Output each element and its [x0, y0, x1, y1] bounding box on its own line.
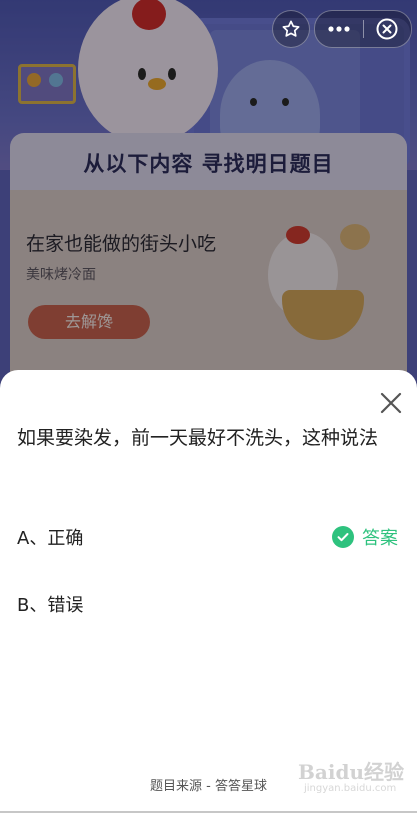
- star-icon: [282, 20, 300, 37]
- watermark-url: jingyan.baidu.com: [304, 783, 397, 794]
- favorite-button[interactable]: [272, 10, 310, 48]
- check-circle-icon: [332, 526, 354, 548]
- answer-label: 答案: [362, 528, 398, 549]
- close-circle-icon: [376, 18, 398, 40]
- close-icon: [380, 392, 402, 414]
- answer-badge: 答案: [332, 524, 398, 550]
- close-sheet-button[interactable]: [376, 388, 406, 418]
- option-b[interactable]: B、错误: [0, 583, 417, 623]
- modal-overlay[interactable]: [0, 0, 417, 400]
- exit-button[interactable]: [363, 11, 411, 47]
- more-button[interactable]: [315, 11, 363, 47]
- question-text: 如果要染发，前一天最好不洗头，这种说法: [17, 427, 379, 449]
- baidu-jingyan-watermark: Baidu经验 jingyan.baidu.com: [298, 756, 404, 794]
- option-label: B、错误: [17, 595, 84, 616]
- option-a[interactable]: A、正确 答案: [0, 516, 417, 556]
- more-dots-icon: [328, 26, 350, 32]
- watermark-brand: Baidu经验: [298, 760, 404, 784]
- mini-program-capsule: [314, 10, 412, 48]
- option-label: A、正确: [17, 528, 84, 549]
